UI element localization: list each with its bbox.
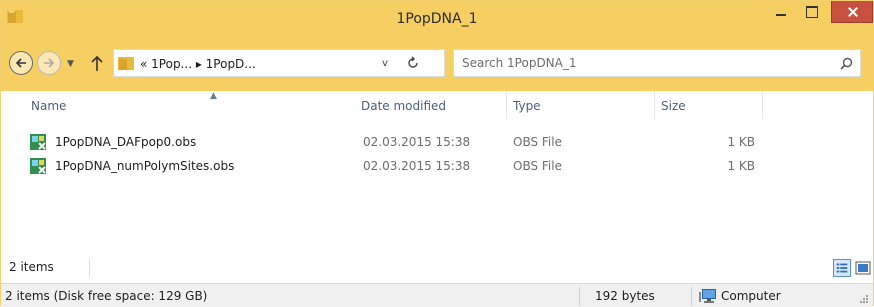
back-button[interactable] [9, 51, 33, 75]
file-list: Name ▲ Date modified Type Size 1PopDNA_D… [1, 91, 873, 281]
search-input[interactable]: Search 1PopDNA_1 [462, 56, 577, 70]
obs-file-icon [30, 134, 46, 150]
file-name[interactable]: 1PopDNA_DAFpop0.obs [55, 135, 196, 149]
column-label: Name [31, 99, 67, 113]
search-icon[interactable] [840, 57, 853, 70]
refresh-icon[interactable] [406, 56, 420, 70]
file-row[interactable]: 1PopDNA_numPolymSites.obs 02.03.2015 15:… [25, 155, 755, 177]
forward-button[interactable] [37, 51, 61, 75]
close-button[interactable] [831, 1, 873, 23]
file-size: 1 KB [727, 159, 755, 173]
column-header-date[interactable]: Date modified [355, 91, 507, 119]
minimize-button[interactable] [767, 1, 795, 23]
sort-ascending-icon: ▲ [210, 91, 217, 101]
status-free-space: 2 items (Disk free space: 129 GB) [5, 289, 208, 303]
address-bar[interactable]: « 1Pop... ▸ 1PopD... v [113, 49, 445, 77]
navigation-bar: ▼ « 1Pop... ▸ 1PopD... v Search 1PopDNA_… [1, 39, 873, 91]
file-date: 02.03.2015 15:38 [363, 159, 471, 173]
folder-icon [118, 57, 134, 70]
file-row[interactable]: 1PopDNA_DAFpop0.obs 02.03.2015 15:38 OBS… [25, 131, 755, 153]
file-type: OBS File [513, 135, 562, 149]
details-view-icon[interactable] [833, 259, 851, 277]
divider [691, 287, 692, 305]
computer-icon [699, 289, 716, 303]
window-title: 1PopDNA_1 [396, 11, 478, 27]
file-date: 02.03.2015 15:38 [363, 135, 471, 149]
status-size: 192 bytes [595, 289, 655, 303]
divider [579, 287, 580, 305]
column-header-size[interactable]: Size [655, 91, 763, 119]
file-type: OBS File [513, 159, 562, 173]
status-bar: 2 items (Disk free space: 129 GB) 192 by… [1, 283, 873, 307]
divider [89, 259, 90, 277]
resize-grip-icon[interactable] [859, 294, 869, 304]
items-bar: 2 items [1, 255, 873, 281]
column-header-type[interactable]: Type [507, 91, 655, 119]
maximize-button[interactable] [797, 1, 825, 23]
forward-arrow-icon [44, 58, 55, 68]
search-box[interactable]: Search 1PopDNA_1 [453, 49, 861, 77]
obs-file-icon [30, 158, 46, 174]
back-arrow-icon [15, 58, 26, 68]
status-location: Computer [721, 289, 781, 303]
column-header-name[interactable]: Name ▲ [25, 91, 355, 119]
title-bar[interactable]: 1PopDNA_1 [1, 1, 873, 39]
address-path[interactable]: « 1Pop... ▸ 1PopD... [140, 57, 256, 71]
large-icons-view-icon[interactable] [855, 259, 871, 277]
chevron-down-icon[interactable]: v [382, 58, 388, 69]
recent-locations-dropdown[interactable]: ▼ [67, 59, 74, 69]
item-count: 2 items [9, 260, 54, 274]
file-size: 1 KB [727, 135, 755, 149]
explorer-window: 1PopDNA_1 ▼ « 1Pop... ▸ 1PopD... v Searc… [0, 0, 874, 307]
up-arrow-icon[interactable] [89, 53, 105, 73]
file-name[interactable]: 1PopDNA_numPolymSites.obs [55, 159, 234, 173]
